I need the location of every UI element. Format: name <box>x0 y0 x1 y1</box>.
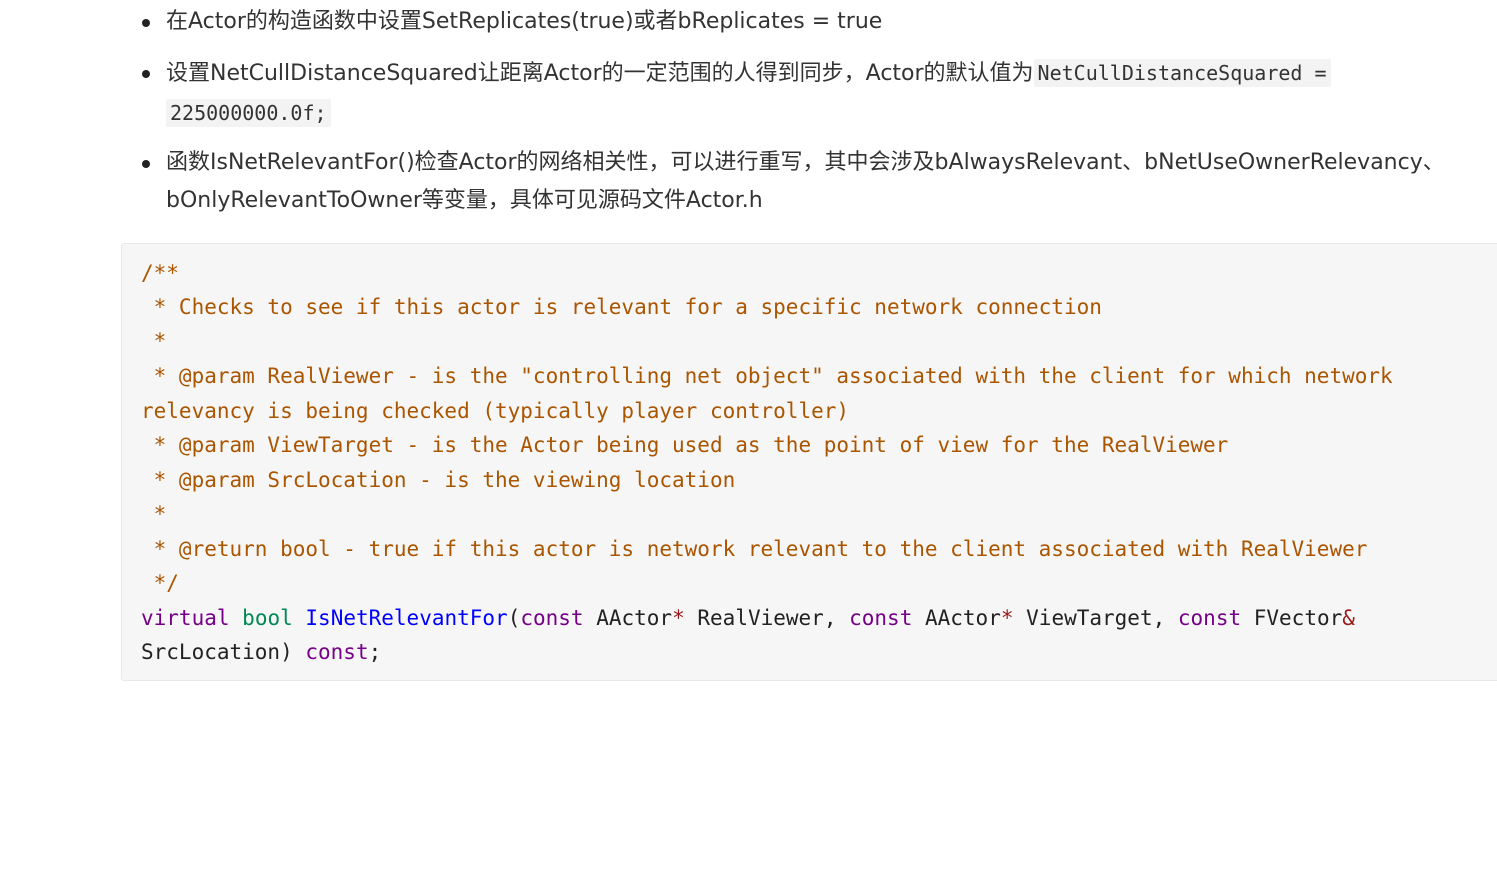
bullet-dot-icon <box>142 19 150 27</box>
code-param: SrcLocation) <box>141 640 306 664</box>
inline-code-net-cull-distance: NetCullDistanceSquared = <box>1033 59 1331 87</box>
code-type-name: AActor <box>912 606 1001 630</box>
code-keyword: const <box>1177 606 1242 630</box>
bullet-text: 在Actor的构造函数中设置SetReplicates(true)或者bRepl… <box>166 9 883 34</box>
code-comment-line: * @param SrcLocation - is the viewing lo… <box>141 468 736 492</box>
code-type-name: AActor <box>583 606 673 630</box>
code-declaration-line: SrcLocation) const; <box>141 635 381 669</box>
code-comment-line: /** <box>141 261 179 285</box>
code-comment-line: * @param RealViewer - is the "controllin… <box>141 364 1393 388</box>
code-operator: * <box>1000 606 1014 630</box>
bullet-item-is-net-relevant-for: 函数IsNetRelevantFor()检查Actor的网络相关性，可以进行重写… <box>142 144 1445 213</box>
code-type-name: FVector <box>1241 606 1343 630</box>
code-param: ViewTarget, <box>1013 606 1178 630</box>
code-comment-line: * <box>141 329 167 353</box>
code-comment-line: */ <box>141 571 179 595</box>
code-declaration-line: virtual bool IsNetRelevantFor(const AAct… <box>141 601 1355 635</box>
bullet-text-line1: 函数IsNetRelevantFor()检查Actor的网络相关性，可以进行重写… <box>166 150 1445 175</box>
code-punct: ( <box>507 606 521 630</box>
code-punct: ; <box>368 640 382 664</box>
bullet-item-net-cull-distance: 设置NetCullDistanceSquared让距离Actor的一定范围的人得… <box>142 54 1331 127</box>
code-operator: * <box>672 606 685 630</box>
code-comment-line: * Checks to see if this actor is relevan… <box>141 295 1102 319</box>
code-comment-line: * @param ViewTarget - is the Actor being… <box>141 433 1229 457</box>
code-keyword: const <box>520 606 584 630</box>
code-type: bool <box>242 606 293 630</box>
code-comment-line: * @return bool - true if this actor is n… <box>141 537 1368 561</box>
bullet-text-line2: bOnlyRelevantToOwner等变量，具体可见源码文件Actor.h <box>166 188 763 213</box>
code-keyword: virtual <box>141 606 230 630</box>
bullet-text: 设置NetCullDistanceSquared让距离Actor的一定范围的人得… <box>166 61 1034 86</box>
inline-code-default-value: 225000000.0f; <box>166 99 331 127</box>
code-keyword: const <box>849 606 913 630</box>
code-keyword: const <box>305 640 369 664</box>
bullet-dot-icon <box>142 160 150 168</box>
code-operator: & <box>1342 606 1355 630</box>
code-comment-line: * <box>141 502 167 526</box>
code-param: RealViewer, <box>684 606 850 630</box>
code-block: /** * Checks to see if this actor is rel… <box>121 243 1497 681</box>
code-comment-line: relevancy is being checked (typically pl… <box>141 399 850 423</box>
bullet-dot-icon <box>142 70 150 78</box>
code-function-name: IsNetRelevantFor <box>305 606 508 630</box>
bullet-item-set-replicates: 在Actor的构造函数中设置SetReplicates(true)或者bRepl… <box>142 3 882 41</box>
